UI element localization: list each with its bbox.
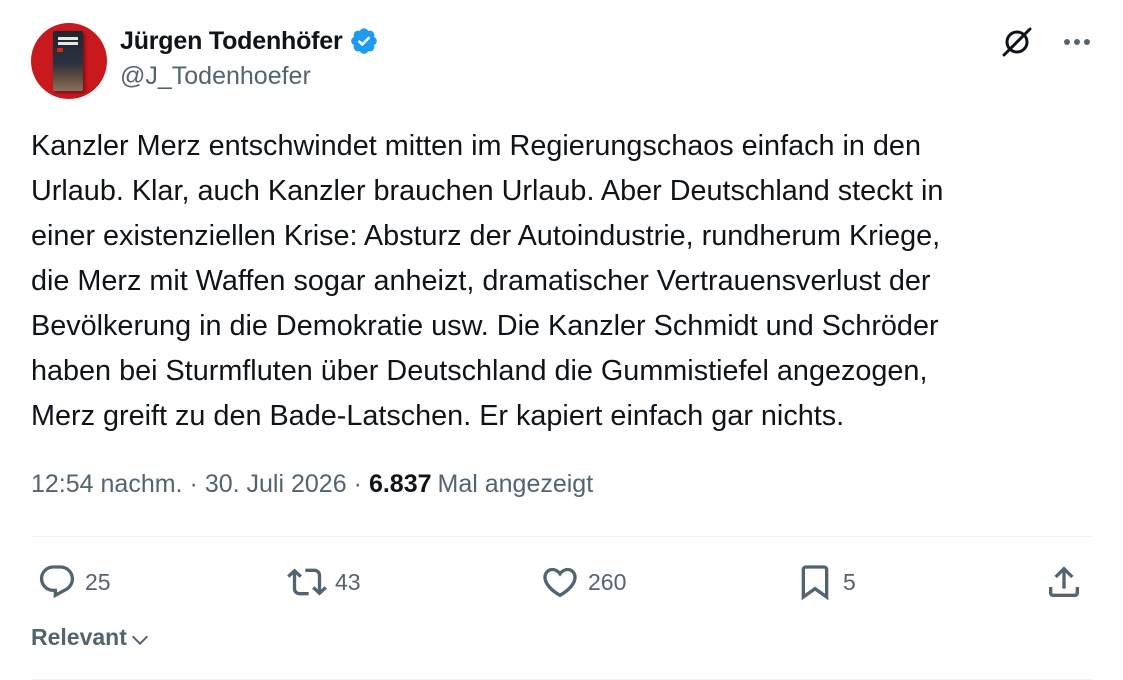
bookmark-button[interactable]: 5 xyxy=(795,560,856,604)
retweet-count: 43 xyxy=(335,568,361,595)
name-row: Jürgen Todenhöfer xyxy=(120,24,379,58)
replies-sort-dropdown[interactable]: Relevant xyxy=(31,624,151,651)
grok-icon[interactable] xyxy=(999,24,1035,60)
reply-button[interactable]: 25 xyxy=(37,560,111,604)
sort-label: Relevant xyxy=(31,624,127,650)
like-count: 260 xyxy=(588,568,627,595)
tweet-text: Kanzler Merz entschwindet mitten im Regi… xyxy=(31,130,944,432)
views-count: 6.837 xyxy=(368,470,432,498)
action-bar: 25 43 260 5 xyxy=(31,560,1093,604)
views-label: Mal angezeigt xyxy=(437,470,594,498)
bookmark-icon xyxy=(801,565,829,601)
tweet-detail: Jürgen Todenhöfer @J_Todenhoefer Kanzler… xyxy=(0,0,1123,680)
avatar[interactable] xyxy=(31,23,107,99)
heart-icon xyxy=(543,567,577,598)
verified-badge-icon[interactable] xyxy=(349,26,379,56)
more-horizontal-icon[interactable] xyxy=(1059,24,1095,60)
book-cover-avatar-icon xyxy=(53,31,83,91)
tweet-time[interactable]: 12:54 nachm. xyxy=(31,470,183,499)
chevron-down-icon xyxy=(131,635,148,645)
reply-icon xyxy=(39,565,75,599)
meta-separator: · xyxy=(353,470,362,498)
reply-count: 25 xyxy=(85,568,111,595)
author-block: Jürgen Todenhöfer @J_Todenhoefer xyxy=(120,24,379,91)
retweet-icon xyxy=(287,568,327,596)
share-icon xyxy=(1049,566,1079,597)
top-actions xyxy=(999,24,1095,60)
bookmark-count: 5 xyxy=(843,568,856,595)
author-handle[interactable]: @J_Todenhoefer xyxy=(120,62,379,91)
tweet-meta: 12:54 nachm. · 30. Juli 2026 · 6.837 Mal… xyxy=(31,470,593,499)
tweet-date[interactable]: 30. Juli 2026 xyxy=(205,470,347,499)
meta-separator: · xyxy=(189,470,198,498)
like-button[interactable]: 260 xyxy=(540,560,626,604)
retweet-button[interactable]: 43 xyxy=(287,560,361,604)
divider xyxy=(31,536,1093,537)
author-display-name[interactable]: Jürgen Todenhöfer xyxy=(120,27,343,56)
share-button[interactable] xyxy=(1044,560,1084,604)
